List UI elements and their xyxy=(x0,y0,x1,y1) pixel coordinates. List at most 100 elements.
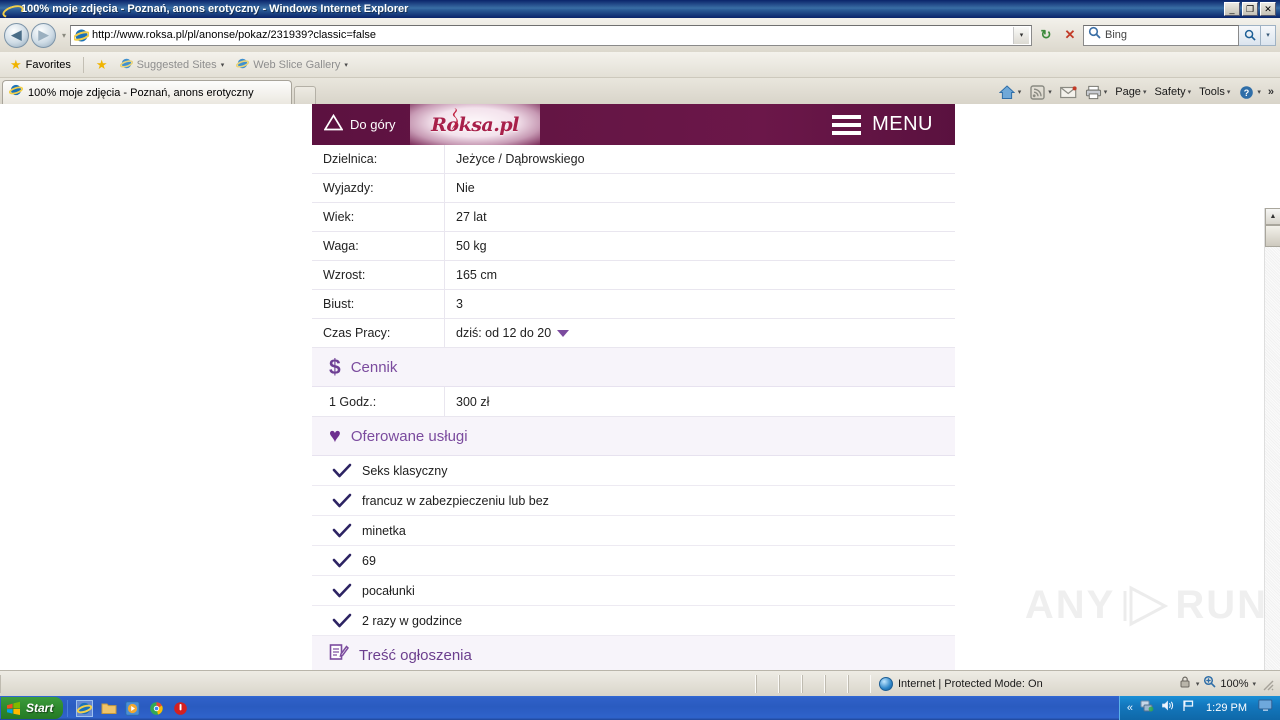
price-row: 1 Godz.: 300 zł xyxy=(312,386,955,417)
chevron-down-icon[interactable] xyxy=(557,329,570,337)
service-label: 2 razy w godzince xyxy=(362,613,463,628)
network-icon[interactable] xyxy=(1140,699,1154,717)
home-button[interactable]: ▾ xyxy=(996,83,1025,101)
search-provider-dropdown[interactable]: ▾ xyxy=(1261,24,1276,46)
menu-button[interactable]: MENU xyxy=(832,113,955,136)
favorites-bar: ★ Favorites ★ Suggested Sites ▾ Web Slic… xyxy=(0,52,1280,78)
clock[interactable]: 1:29 PM xyxy=(1202,702,1251,714)
chevron-down-icon[interactable]: ▾ xyxy=(1196,680,1200,688)
menu-label: MENU xyxy=(872,113,933,135)
list-item: francuz w zabezpieczeniu lub bez xyxy=(312,486,955,516)
page-menu[interactable]: Page ▾ xyxy=(1112,85,1149,99)
status-bar: Internet | Protected Mode: On ▾ 100% ▾ xyxy=(0,670,1280,696)
address-bar[interactable]: http://www.roksa.pl/pl/anonse/pokaz/2319… xyxy=(70,24,1032,46)
scrollbar-thumb[interactable] xyxy=(1265,225,1280,247)
service-label: minetka xyxy=(362,523,406,538)
feeds-button[interactable]: ▾ xyxy=(1026,83,1055,101)
security-zone-indicator[interactable]: Internet | Protected Mode: On xyxy=(871,676,1051,691)
chevron-down-icon: ▾ xyxy=(1142,89,1147,96)
print-button[interactable]: ▾ xyxy=(1082,83,1111,101)
address-dropdown-icon[interactable]: ▾ xyxy=(1013,26,1029,44)
row-value: 3 xyxy=(445,297,463,311)
refresh-button[interactable]: ↻ xyxy=(1035,24,1057,46)
new-tab-button[interactable] xyxy=(294,86,316,104)
safety-menu[interactable]: Safety ▾ xyxy=(1151,85,1194,99)
address-bar-row: ◀ ▶ ▾ http://www.roksa.pl/pl/anonse/poka… xyxy=(0,18,1280,52)
lock-icon[interactable] xyxy=(1178,675,1192,692)
search-go-button[interactable] xyxy=(1239,24,1261,46)
row-label: Wiek: xyxy=(312,202,445,232)
status-bar-right: ▾ 100% ▾ xyxy=(1178,675,1280,693)
media-player-icon[interactable] xyxy=(124,700,141,717)
page-menu-label: Page xyxy=(1115,86,1141,98)
maximize-button[interactable]: ❐ xyxy=(1242,2,1258,16)
minimize-button[interactable]: _ xyxy=(1224,2,1240,16)
services-section-header: ♥ Oferowane usługi xyxy=(312,417,955,456)
close-button[interactable]: ✕ xyxy=(1260,2,1276,16)
chevron-down-icon[interactable]: ▾ xyxy=(1018,88,1022,96)
chevron-down-icon[interactable]: ▾ xyxy=(1257,88,1261,96)
row-value: 27 lat xyxy=(445,210,487,224)
volume-icon[interactable] xyxy=(1161,699,1175,717)
flag-icon[interactable] xyxy=(1182,699,1195,717)
site-logo[interactable]: Roksa.pl xyxy=(410,104,540,145)
chevron-down-icon[interactable]: ▾ xyxy=(1048,88,1052,96)
row-label: Wyjazdy: xyxy=(312,173,445,203)
web-slice-gallery-button[interactable]: Web Slice Gallery ▾ xyxy=(232,55,352,75)
stop-button[interactable]: ✕ xyxy=(1059,24,1081,46)
shield-icon[interactable] xyxy=(172,700,189,717)
add-to-favorites-bar-button[interactable]: ★ xyxy=(92,56,112,73)
row-value-text: 165 cm xyxy=(456,268,497,282)
play-triangle-icon xyxy=(1121,584,1169,628)
forward-button[interactable]: ▶ xyxy=(31,22,56,48)
watermark-right-text: RUN xyxy=(1175,583,1268,627)
expand-tray-icon[interactable]: « xyxy=(1127,702,1133,714)
command-bar: ▾ ▾ ▾ Page ▾ Safety ▾ Tools ▾ ? ▾ » xyxy=(996,83,1280,104)
table-row: Wyjazdy: Nie xyxy=(312,173,955,203)
list-item: minetka xyxy=(312,516,955,546)
chevron-down-icon[interactable]: ▾ xyxy=(1252,680,1256,688)
table-row: Dzielnica: Jeżyce / Dąbrowskiego xyxy=(312,144,955,174)
list-item: pocałunki xyxy=(312,576,955,606)
mail-button[interactable] xyxy=(1057,83,1080,101)
chrome-icon[interactable] xyxy=(148,700,165,717)
suggested-sites-button[interactable]: Suggested Sites ▾ xyxy=(116,55,229,75)
row-label: Waga: xyxy=(312,231,445,261)
web-page: Do góry Roksa.pl MENU Dzielnica: Jeżyce … xyxy=(312,104,955,675)
tab-active[interactable]: 100% moje zdjęcia - Poznań, anons erotyc… xyxy=(2,80,292,104)
show-desktop-icon[interactable] xyxy=(1258,699,1273,717)
chevron-down-icon[interactable]: ▾ xyxy=(1104,88,1108,96)
system-tray: « 1:29 PM xyxy=(1118,696,1280,720)
zoom-level-label[interactable]: 100% xyxy=(1220,678,1248,690)
check-icon xyxy=(332,463,352,479)
favorites-button[interactable]: ★ Favorites xyxy=(6,56,75,73)
help-button[interactable]: ? ▾ xyxy=(1235,83,1264,101)
chevron-down-icon: ▾ xyxy=(1226,89,1231,96)
start-button[interactable]: Start xyxy=(1,697,64,719)
status-message-cell xyxy=(0,674,756,693)
mail-icon xyxy=(1059,84,1077,100)
window-resize-grip[interactable] xyxy=(1260,677,1274,691)
row-value: Jeżyce / Dąbrowskiego xyxy=(445,152,585,166)
scroll-up-button[interactable]: ▲ xyxy=(1265,208,1280,225)
history-dropdown-button[interactable]: ▾ xyxy=(58,31,70,40)
back-to-top-button[interactable]: Do góry xyxy=(312,113,396,136)
row-value: Nie xyxy=(445,181,475,195)
figure-icon xyxy=(448,107,458,131)
list-item: 2 razy w godzince xyxy=(312,606,955,636)
overflow-chevron-icon[interactable]: » xyxy=(1266,86,1276,98)
check-icon xyxy=(332,613,352,629)
tools-menu[interactable]: Tools ▾ xyxy=(1196,85,1233,99)
internet-explorer-icon[interactable] xyxy=(76,699,94,717)
row-value: dziś: od 12 do 20 xyxy=(445,326,570,340)
feeds-icon xyxy=(1029,84,1046,100)
quick-launch-bar xyxy=(67,699,197,717)
tab-label: 100% moje zdjęcia - Poznań, anons erotyc… xyxy=(28,86,254,99)
vertical-scrollbar[interactable]: ▲ ▼ xyxy=(1264,208,1280,720)
internet-explorer-icon xyxy=(8,83,24,102)
svg-text:?: ? xyxy=(1244,88,1250,98)
back-button[interactable]: ◀ xyxy=(4,22,29,48)
search-input[interactable]: Bing xyxy=(1083,24,1239,46)
check-icon xyxy=(332,583,352,599)
folder-icon[interactable] xyxy=(100,700,117,717)
